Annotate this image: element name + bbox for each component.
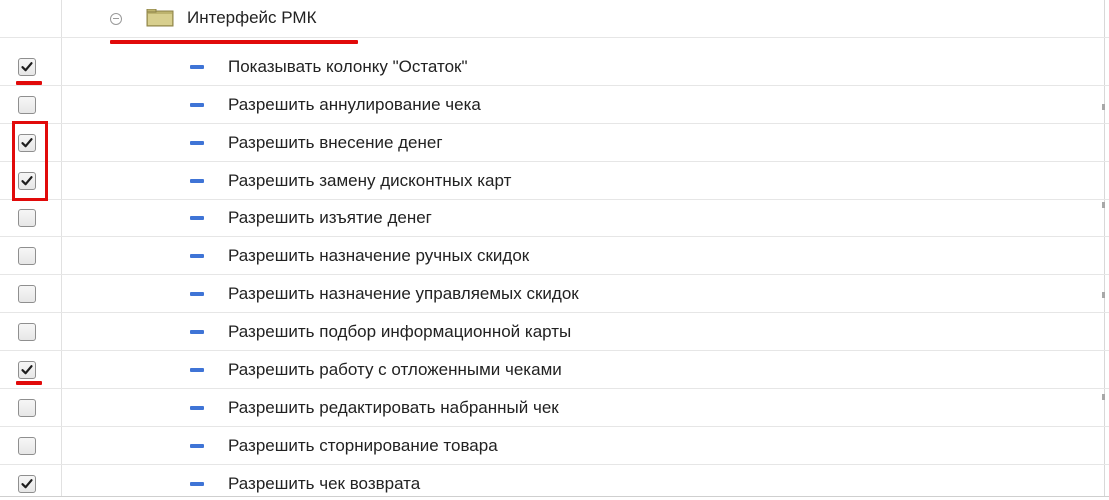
- item-label: Разрешить чек возврата: [228, 474, 421, 493]
- checkbox-checked[interactable]: [18, 58, 36, 76]
- tree-item-row[interactable]: Разрешить работу с отложенными чеками: [0, 351, 1109, 389]
- tree-item-row[interactable]: Разрешить замену дисконтных карт: [0, 162, 1109, 200]
- annotation-box-items-3-4: [12, 121, 48, 201]
- group-label: Интерфейс РМК: [187, 8, 317, 27]
- tree-item-row[interactable]: Разрешить изъятие денег: [0, 199, 1109, 237]
- tree-item-row[interactable]: Разрешить чек возврата: [0, 465, 1109, 500]
- edge-mark: [1102, 292, 1105, 298]
- item-dash-icon: [190, 141, 204, 145]
- tree-item-row[interactable]: Разрешить сторнирование товара: [0, 427, 1109, 465]
- annotation-underline-item-1: [16, 81, 42, 85]
- tree-item-row[interactable]: Разрешить подбор информационной карты: [0, 313, 1109, 351]
- checkmark-icon: [21, 479, 33, 489]
- item-label: Разрешить работу с отложенными чеками: [228, 360, 562, 379]
- item-label: Разрешить замену дисконтных карт: [228, 171, 512, 190]
- item-label: Разрешить редактировать набранный чек: [228, 398, 559, 417]
- checkbox-unchecked[interactable]: [18, 96, 36, 114]
- item-dash-icon: [190, 65, 204, 69]
- annotation-underline-item-9: [16, 381, 42, 385]
- item-dash-icon: [190, 482, 204, 486]
- checkbox-unchecked[interactable]: [18, 285, 36, 303]
- checkbox-unchecked[interactable]: [18, 247, 36, 265]
- item-dash-icon: [190, 292, 204, 296]
- checkmark-icon: [21, 62, 33, 72]
- item-label: Разрешить внесение денег: [228, 133, 443, 152]
- tree-item-row[interactable]: Разрешить редактировать набранный чек: [0, 389, 1109, 427]
- checkbox-unchecked[interactable]: [18, 399, 36, 417]
- checkbox-unchecked[interactable]: [18, 323, 36, 341]
- item-dash-icon: [190, 216, 204, 220]
- tree-item-row[interactable]: Разрешить назначение ручных скидок: [0, 237, 1109, 275]
- item-label: Разрешить сторнирование товара: [228, 436, 498, 455]
- edge-mark: [1102, 104, 1105, 110]
- item-dash-icon: [190, 368, 204, 372]
- edge-mark: [1102, 394, 1105, 400]
- annotation-underline-group: [110, 40, 358, 44]
- tree-group-row[interactable]: Интерфейс РМК: [0, 0, 1109, 38]
- checkbox-unchecked[interactable]: [18, 209, 36, 227]
- item-dash-icon: [190, 254, 204, 258]
- item-label: Разрешить аннулирование чека: [228, 95, 481, 114]
- item-label: Разрешить изъятие денег: [228, 208, 432, 227]
- checkbox-checked[interactable]: [18, 475, 36, 493]
- item-dash-icon: [190, 179, 204, 183]
- tree-item-row[interactable]: Показывать колонку "Остаток": [0, 48, 1109, 86]
- checkbox-checked[interactable]: [18, 361, 36, 379]
- item-dash-icon: [190, 444, 204, 448]
- item-label: Разрешить назначение управляемых скидок: [228, 284, 579, 303]
- tree-item-row[interactable]: Разрешить внесение денег: [0, 124, 1109, 162]
- checkmark-icon: [21, 365, 33, 375]
- item-dash-icon: [190, 330, 204, 334]
- tree-item-row[interactable]: Разрешить назначение управляемых скидок: [0, 275, 1109, 313]
- item-label: Показывать колонку "Остаток": [228, 57, 468, 76]
- rights-tree: Интерфейс РМК Показывать колонку "Остато…: [0, 0, 1109, 500]
- checkbox-unchecked[interactable]: [18, 437, 36, 455]
- item-label: Разрешить назначение ручных скидок: [228, 246, 530, 265]
- folder-icon: [146, 8, 174, 27]
- item-label: Разрешить подбор информационной карты: [228, 322, 572, 341]
- edge-mark: [1102, 202, 1105, 208]
- tree-item-row[interactable]: Разрешить аннулирование чека: [0, 86, 1109, 124]
- item-dash-icon: [190, 406, 204, 410]
- collapse-icon[interactable]: [110, 13, 122, 25]
- item-dash-icon: [190, 103, 204, 107]
- cut-off-row-strip: [0, 496, 1109, 500]
